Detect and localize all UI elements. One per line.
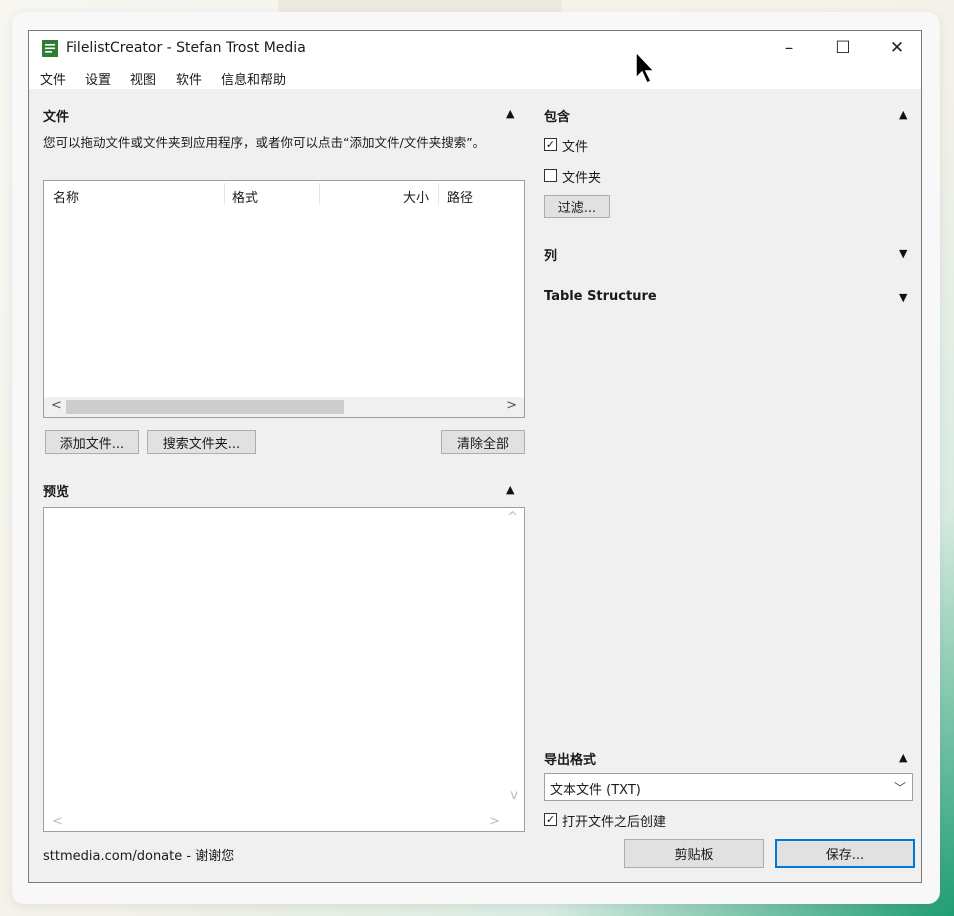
maximize-icon: ☐ xyxy=(835,38,851,58)
filter-button[interactable]: 过滤... xyxy=(544,195,610,218)
scroll-up-icon[interactable]: ^ xyxy=(507,510,518,525)
files-section-title: 文件 xyxy=(43,110,70,125)
scrollbar-thumb[interactable] xyxy=(66,400,344,414)
close-button[interactable]: ✕ xyxy=(870,31,924,65)
column-name[interactable]: 名称 xyxy=(53,187,79,206)
app-icon xyxy=(42,40,58,57)
menu-settings[interactable]: 设置 xyxy=(85,69,111,88)
donate-text[interactable]: sttmedia.com/donate - 谢谢您 xyxy=(43,845,234,864)
file-list-horizontal-scrollbar[interactable]: < > xyxy=(44,397,524,417)
folders-checkbox-label[interactable]: 文件夹 xyxy=(562,167,601,186)
files-checkbox[interactable]: ✓ xyxy=(544,138,557,151)
title-bar[interactable]: FilelistCreator - Stefan Trost Media – ☐… xyxy=(29,31,921,65)
column-divider[interactable] xyxy=(224,183,225,205)
files-checkbox-label[interactable]: 文件 xyxy=(562,136,588,155)
clear-all-button[interactable]: 清除全部 xyxy=(441,430,525,454)
search-folder-button[interactable]: 搜索文件夹... xyxy=(147,430,256,454)
table-structure-section-title: Table Structure xyxy=(544,289,657,304)
column-divider[interactable] xyxy=(438,183,439,205)
check-icon: ✓ xyxy=(545,813,556,826)
preview-collapse-icon[interactable]: ▲ xyxy=(506,483,514,496)
maximize-button[interactable]: ☐ xyxy=(816,31,870,65)
files-collapse-icon[interactable]: ▲ xyxy=(506,107,514,120)
export-format-value: 文本文件 (TXT) xyxy=(550,783,641,798)
column-path[interactable]: 路径 xyxy=(447,187,473,206)
scroll-down-icon[interactable]: v xyxy=(510,788,518,803)
check-icon: ✓ xyxy=(545,138,556,151)
scroll-left-icon[interactable]: < xyxy=(52,814,63,829)
close-icon: ✕ xyxy=(889,38,905,58)
preview-section-title: 预览 xyxy=(43,485,70,500)
save-button[interactable]: 保存... xyxy=(775,839,915,868)
columns-expand-icon[interactable]: ▼ xyxy=(899,247,907,260)
menu-bar: 文件 设置 视图 软件 信息和帮助 xyxy=(29,65,921,89)
table-structure-expand-icon[interactable]: ▼ xyxy=(899,291,907,304)
window-title: FilelistCreator - Stefan Trost Media xyxy=(66,40,306,56)
scroll-right-icon[interactable]: > xyxy=(489,814,500,829)
include-section-title: 包含 xyxy=(544,110,571,125)
minimize-icon: – xyxy=(784,38,794,58)
files-description: 您可以拖动文件或文件夹到应用程序，或者你可以点击“添加文件/文件夹搜索”。 xyxy=(43,135,486,150)
menu-view[interactable]: 视图 xyxy=(130,69,156,88)
preview-box[interactable]: ^ v < > xyxy=(43,507,525,832)
export-section-title: 导出格式 xyxy=(544,753,597,768)
column-divider[interactable] xyxy=(319,183,320,205)
open-after-create-label[interactable]: 打开文件之后创建 xyxy=(562,811,666,830)
menu-software[interactable]: 软件 xyxy=(176,69,202,88)
menu-file[interactable]: 文件 xyxy=(40,69,66,88)
file-list[interactable]: 名称 格式 大小 路径 < > xyxy=(43,180,525,418)
chevron-down-icon: ﹀ xyxy=(893,781,906,795)
scroll-left-icon[interactable]: < xyxy=(51,398,62,413)
app-window: FilelistCreator - Stefan Trost Media – ☐… xyxy=(28,30,922,883)
scroll-right-icon[interactable]: > xyxy=(506,398,517,413)
minimize-button[interactable]: – xyxy=(762,31,816,65)
export-collapse-icon[interactable]: ▲ xyxy=(899,751,907,764)
column-size[interactable]: 大小 xyxy=(403,187,429,206)
add-files-button[interactable]: 添加文件... xyxy=(45,430,139,454)
column-format[interactable]: 格式 xyxy=(232,187,258,206)
folders-checkbox[interactable] xyxy=(544,169,557,182)
mouse-cursor-icon xyxy=(635,50,656,85)
columns-section-title: 列 xyxy=(544,249,558,264)
menu-info-help[interactable]: 信息和帮助 xyxy=(221,69,286,88)
include-collapse-icon[interactable]: ▲ xyxy=(899,108,907,121)
open-after-create-checkbox[interactable]: ✓ xyxy=(544,813,557,826)
clipboard-button[interactable]: 剪贴板 xyxy=(624,839,764,868)
export-format-select[interactable]: 文本文件 (TXT) ﹀ xyxy=(544,773,913,801)
